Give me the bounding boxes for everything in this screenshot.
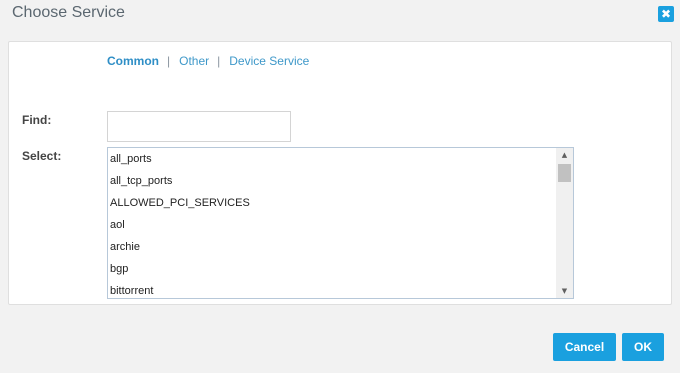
find-label: Find: xyxy=(22,113,52,127)
close-icon[interactable]: ✖ xyxy=(658,6,674,22)
list-item[interactable]: archie xyxy=(108,236,556,258)
list-item[interactable]: all_ports xyxy=(108,148,556,170)
tab-common[interactable]: Common xyxy=(107,54,159,68)
list-scrollbar[interactable]: ▲ ▼ xyxy=(556,148,573,298)
list-item[interactable]: bittorrent xyxy=(108,280,556,298)
dialog-title: Choose Service xyxy=(12,4,125,21)
list-items: all_ports all_tcp_ports ALLOWED_PCI_SERVIC… xyxy=(108,148,556,298)
select-label: Select: xyxy=(22,149,62,163)
scroll-thumb[interactable] xyxy=(558,164,571,182)
tab-separator: | xyxy=(217,54,221,68)
cancel-button[interactable]: Cancel xyxy=(553,333,616,361)
scroll-down-icon[interactable]: ▼ xyxy=(556,284,573,298)
ok-button[interactable]: OK xyxy=(622,333,664,361)
service-panel: Common | Other | Device Service Find: Se… xyxy=(8,41,672,305)
service-tabs: Common | Other | Device Service xyxy=(107,54,309,68)
list-item[interactable]: aol xyxy=(108,214,556,236)
service-select-list[interactable]: all_ports all_tcp_ports ALLOWED_PCI_SERVIC… xyxy=(107,147,574,299)
list-item[interactable]: all_tcp_ports xyxy=(108,170,556,192)
tab-separator: | xyxy=(167,54,171,68)
list-item[interactable]: bgp xyxy=(108,258,556,280)
tab-other[interactable]: Other xyxy=(179,54,209,68)
tab-device-service[interactable]: Device Service xyxy=(229,54,309,68)
list-item[interactable]: ALLOWED_PCI_SERVICES xyxy=(108,192,556,214)
scroll-up-icon[interactable]: ▲ xyxy=(556,148,573,162)
find-input[interactable] xyxy=(107,111,291,142)
